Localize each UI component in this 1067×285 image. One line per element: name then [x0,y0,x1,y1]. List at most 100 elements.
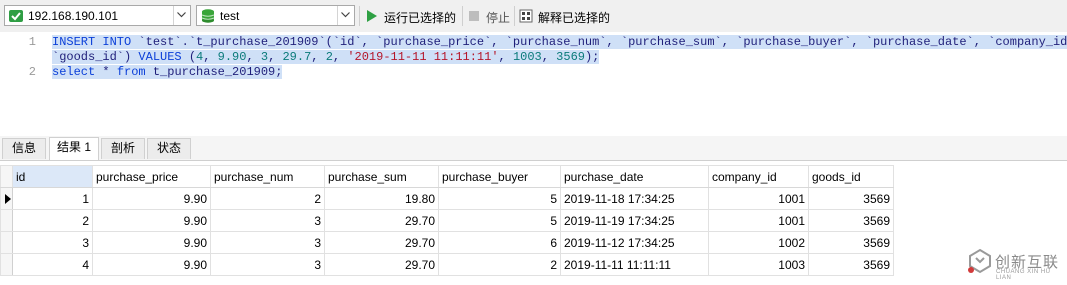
sql-punct: , [311,50,326,64]
cell-goods-id[interactable]: 3569 [808,209,894,232]
cell-purchase-num[interactable]: 3 [210,209,325,232]
sql-punct: , [332,50,348,64]
column-header-purchase-price[interactable]: purchase_price [92,165,211,188]
column-header-purchase-buyer[interactable]: purchase_buyer [438,165,561,188]
database-select[interactable]: test [196,5,355,26]
column-header-company-id[interactable]: company_id [708,165,809,188]
sql-punct: , [203,50,218,64]
sql-punct: , [541,50,557,64]
watermark-subtext: CHUANG XIN HU LIAN [996,269,1051,281]
explain-icon [518,8,534,24]
connection-value: 192.168.190.101 [28,9,119,23]
tab-result-1[interactable]: 结果 1 [49,137,99,160]
table-row[interactable]: 3 9.90 3 29.70 6 2019-11-12 17:34:25 100… [0,231,894,254]
database-icon [200,8,216,24]
sql-keyword: select [52,65,96,79]
sql-punct: ( [181,50,197,64]
cell-goods-id[interactable]: 3569 [808,253,894,276]
code-line-1-wrap: `goods_id`) VALUES (4, 9.90, 3, 29.7, 2,… [52,50,1062,65]
cell-purchase-date[interactable]: 2019-11-11 11:11:11 [560,253,709,276]
tab-profile[interactable]: 剖析 [101,138,145,159]
connection-select[interactable]: 192.168.190.101 [4,5,191,26]
tab-info[interactable]: 信息 [2,138,46,159]
play-icon [364,8,380,24]
cell-purchase-price[interactable]: 9.90 [92,253,211,276]
cell-id[interactable]: 3 [12,231,93,254]
row-header-corner [0,165,13,188]
cell-purchase-num[interactable]: 3 [210,231,325,254]
run-selected-label: 运行已选择的 [384,11,457,25]
cell-id[interactable]: 2 [12,209,93,232]
column-header-purchase-sum[interactable]: purchase_sum [324,165,439,188]
column-header-purchase-num[interactable]: purchase_num [210,165,325,188]
toolbar-divider [359,6,360,26]
cell-company-id[interactable]: 1001 [708,187,809,210]
cell-company-id[interactable]: 1001 [708,209,809,232]
sql-editor[interactable]: 1 2 INSERT INTO `test`.`t_purchase_20190… [0,32,1067,133]
table-row[interactable]: 4 9.90 3 29.70 2 2019-11-11 11:11:11 100… [0,253,894,276]
sql-keyword: VALUES [138,50,182,64]
grid-header-row: id purchase_price purchase_num purchase_… [0,165,894,188]
connection-icon [8,8,24,24]
sql-punct: ); [584,50,600,64]
sql-identifiers: `test`.`t_purchase_201909`(`id`, `purcha… [131,35,1067,49]
sql-punct: , [246,50,261,64]
tab-status[interactable]: 状态 [147,138,191,159]
cell-purchase-sum[interactable]: 29.70 [324,231,439,254]
cell-purchase-sum[interactable]: 19.80 [324,187,439,210]
cell-purchase-buyer[interactable]: 2 [438,253,561,276]
chevron-down-icon[interactable] [337,6,354,25]
line-number: 1 [28,35,36,49]
cell-goods-id[interactable]: 3569 [808,187,894,210]
toolbar: 192.168.190.101 test 运行已选择的 停止 解释已选择的 [0,0,1067,33]
result-tab-bar: 信息 结果 1 剖析 状态 [0,136,1067,161]
cell-purchase-buyer[interactable]: 5 [438,187,561,210]
cell-id[interactable]: 1 [12,187,93,210]
cell-purchase-buyer[interactable]: 5 [438,209,561,232]
cell-purchase-price[interactable]: 9.90 [92,209,211,232]
toolbar-divider [514,6,515,26]
column-header-purchase-date[interactable]: purchase_date [560,165,709,188]
cell-purchase-price[interactable]: 9.90 [92,187,211,210]
stop-label: 停止 [486,11,511,25]
table-row[interactable]: 2 9.90 3 29.70 5 2019-11-19 17:34:25 100… [0,209,894,232]
cell-goods-id[interactable]: 3569 [808,231,894,254]
cell-company-id[interactable]: 1003 [708,253,809,276]
row-header[interactable] [0,231,13,254]
row-header[interactable] [0,187,13,210]
cell-purchase-date[interactable]: 2019-11-12 17:34:25 [560,231,709,254]
run-selected-button[interactable]: 运行已选择的 [364,7,459,25]
code-line-1: INSERT INTO `test`.`t_purchase_201909`(`… [52,35,1067,50]
sql-number: 3569 [556,50,585,64]
cell-purchase-price[interactable]: 9.90 [92,231,211,254]
sql-number: 2 [325,50,333,64]
row-header[interactable] [0,209,13,232]
cell-purchase-buyer[interactable]: 6 [438,231,561,254]
sql-number: 1003 [512,50,542,64]
column-header-id[interactable]: id [12,165,93,188]
sql-punct: , [268,50,283,64]
line-number: 2 [28,65,36,79]
row-header[interactable] [0,253,13,276]
chevron-down-icon[interactable] [173,6,190,25]
cell-purchase-num[interactable]: 2 [210,187,325,210]
cell-purchase-date[interactable]: 2019-11-19 17:34:25 [560,209,709,232]
sql-identifiers: `goods_id`) [52,50,139,64]
cell-purchase-num[interactable]: 3 [210,253,325,276]
cell-company-id[interactable]: 1002 [708,231,809,254]
cell-id[interactable]: 4 [12,253,93,276]
cell-purchase-sum[interactable]: 29.70 [324,209,439,232]
stop-button[interactable]: 停止 [466,7,512,25]
cell-purchase-date[interactable]: 2019-11-18 17:34:25 [560,187,709,210]
explain-selected-label: 解释已选择的 [538,11,611,25]
cell-purchase-sum[interactable]: 29.70 [324,253,439,276]
toolbar-divider [462,6,463,26]
sql-keyword: INSERT INTO [52,35,132,49]
table-row[interactable]: 1 9.90 2 19.80 5 2019-11-18 17:34:25 100… [0,187,894,210]
column-header-goods-id[interactable]: goods_id [808,165,894,188]
sql-keyword: from [116,65,146,79]
sql-number: 29.7 [282,50,312,64]
row-pointer-icon [5,194,11,204]
explain-selected-button[interactable]: 解释已选择的 [518,7,614,25]
sql-string: '2019-11-11 11:11:11' [347,50,499,64]
